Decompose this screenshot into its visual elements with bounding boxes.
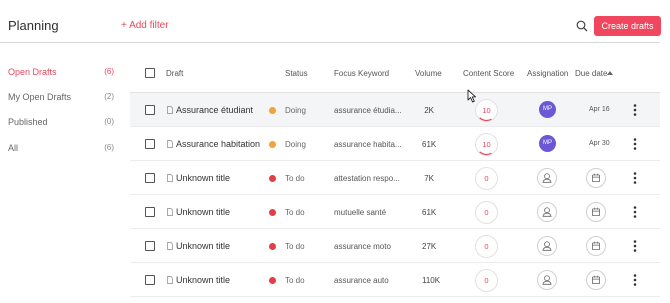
status-dot <box>269 107 276 114</box>
status-dot <box>269 277 276 284</box>
kebab-menu-icon[interactable] <box>632 205 638 219</box>
user-icon[interactable] <box>537 202 557 222</box>
sidebar-item-count: (6) <box>104 67 114 76</box>
column-header-assignation[interactable]: Assignation <box>527 69 568 78</box>
calendar-icon[interactable] <box>586 236 606 256</box>
document-icon <box>167 106 173 114</box>
kebab-menu-icon[interactable] <box>632 239 638 253</box>
draft-title[interactable]: Unknown title <box>176 241 230 251</box>
status-label: Doing <box>285 106 306 115</box>
calendar-icon[interactable] <box>586 270 606 290</box>
status-label: Doing <box>285 140 306 149</box>
table-row[interactable]: Assurance étudiant Doing assurance étudia.… <box>130 93 660 127</box>
focus-keyword: assurance étudia... <box>334 106 402 115</box>
sidebar-item-label: Open Drafts <box>8 67 57 77</box>
content-score-badge[interactable]: 0 <box>475 235 498 258</box>
content-score-badge[interactable]: 0 <box>475 201 498 224</box>
kebab-menu-icon[interactable] <box>632 137 638 151</box>
sort-ascending-icon <box>607 71 613 75</box>
calendar-icon[interactable] <box>586 202 606 222</box>
content-score-badge[interactable]: 0 <box>475 269 498 292</box>
sidebar-item-count: (6) <box>104 143 114 152</box>
document-icon <box>167 208 173 216</box>
status-dot <box>269 175 276 182</box>
focus-keyword: assurance habita... <box>334 140 402 149</box>
status-dot <box>269 141 276 148</box>
add-filter-button[interactable]: + Add filter <box>121 20 169 31</box>
create-drafts-button[interactable]: Create drafts <box>594 16 661 36</box>
row-checkbox[interactable] <box>145 173 155 183</box>
table-row[interactable]: Unknown title To do assurance moto 27K 0 <box>130 229 660 263</box>
volume-value: 110K <box>422 276 441 285</box>
status-label: To do <box>285 208 305 217</box>
draft-title[interactable]: Assurance habitation <box>176 139 260 149</box>
user-icon[interactable] <box>537 270 557 290</box>
table-row[interactable]: Unknown title To do assurance auto 110K 0 <box>130 263 660 297</box>
draft-title[interactable]: Unknown title <box>176 207 230 217</box>
page-title: Planning <box>8 18 59 33</box>
assignee-avatar[interactable]: MP <box>539 135 556 152</box>
row-checkbox[interactable] <box>145 275 155 285</box>
volume-value: 2K <box>424 106 434 115</box>
status-label: To do <box>285 242 305 251</box>
column-header-draft[interactable]: Draft <box>166 69 183 78</box>
content-score-badge[interactable]: 0 <box>475 167 498 190</box>
mouse-cursor-icon <box>467 89 477 103</box>
search-icon[interactable] <box>576 20 588 32</box>
kebab-menu-icon[interactable] <box>632 103 638 117</box>
score-progress-arc <box>475 133 498 156</box>
document-icon <box>167 174 173 182</box>
volume-value: 61K <box>422 140 437 149</box>
document-icon <box>167 276 173 284</box>
status-dot <box>269 243 276 250</box>
assignee-avatar[interactable]: MP <box>539 101 556 118</box>
draft-title[interactable]: Unknown title <box>176 173 230 183</box>
column-header-status[interactable]: Status <box>285 69 308 78</box>
user-icon[interactable] <box>537 236 557 256</box>
draft-title[interactable]: Unknown title <box>176 275 230 285</box>
volume-value: 27K <box>422 242 437 251</box>
due-date[interactable]: Apr 30 <box>589 140 610 147</box>
row-checkbox[interactable] <box>145 207 155 217</box>
column-header-focus-keyword[interactable]: Focus Keyword <box>334 69 389 78</box>
sidebar-item-label: My Open Drafts <box>8 92 72 102</box>
row-checkbox[interactable] <box>145 105 155 115</box>
sidebar-item-label: All <box>8 143 19 153</box>
top-bar: Planning + Add filter Create drafts <box>0 0 670 44</box>
score-progress-arc <box>475 99 498 122</box>
row-checkbox[interactable] <box>145 241 155 251</box>
header-divider <box>0 42 660 43</box>
volume-value: 61K <box>422 208 437 217</box>
row-checkbox[interactable] <box>145 139 155 149</box>
status-label: To do <box>285 174 305 183</box>
sidebar-item-label: Published <box>8 117 48 127</box>
column-header-content-score[interactable]: Content Score <box>463 69 514 78</box>
sidebar-item-count: (2) <box>104 92 114 101</box>
sidebar-item-count: (0) <box>104 117 114 126</box>
draft-title[interactable]: Assurance étudiant <box>176 105 253 115</box>
select-all-checkbox[interactable] <box>145 68 155 78</box>
column-header-volume[interactable]: Volume <box>415 69 442 78</box>
status-label: To do <box>285 276 305 285</box>
focus-keyword: attestation respo... <box>334 174 400 183</box>
kebab-menu-icon[interactable] <box>632 273 638 287</box>
focus-keyword: assurance auto <box>334 276 389 285</box>
focus-keyword: mutuelle santé <box>334 208 387 217</box>
user-icon[interactable] <box>537 168 557 188</box>
table-row[interactable]: Unknown title To do attestation respo... 7K… <box>130 161 660 195</box>
kebab-menu-icon[interactable] <box>632 171 638 185</box>
document-icon <box>167 140 173 148</box>
column-header-due-date[interactable]: Due date <box>575 69 607 78</box>
calendar-icon[interactable] <box>586 168 606 188</box>
table-row[interactable]: Unknown title To do mutuelle santé 61K 0 <box>130 195 660 229</box>
status-dot <box>269 209 276 216</box>
document-icon <box>167 242 173 250</box>
table-row[interactable]: Assurance habitation Doing assurance habit… <box>130 127 660 161</box>
volume-value: 7K <box>424 174 434 183</box>
due-date[interactable]: Apr 16 <box>589 106 610 113</box>
focus-keyword: assurance moto <box>334 242 391 251</box>
